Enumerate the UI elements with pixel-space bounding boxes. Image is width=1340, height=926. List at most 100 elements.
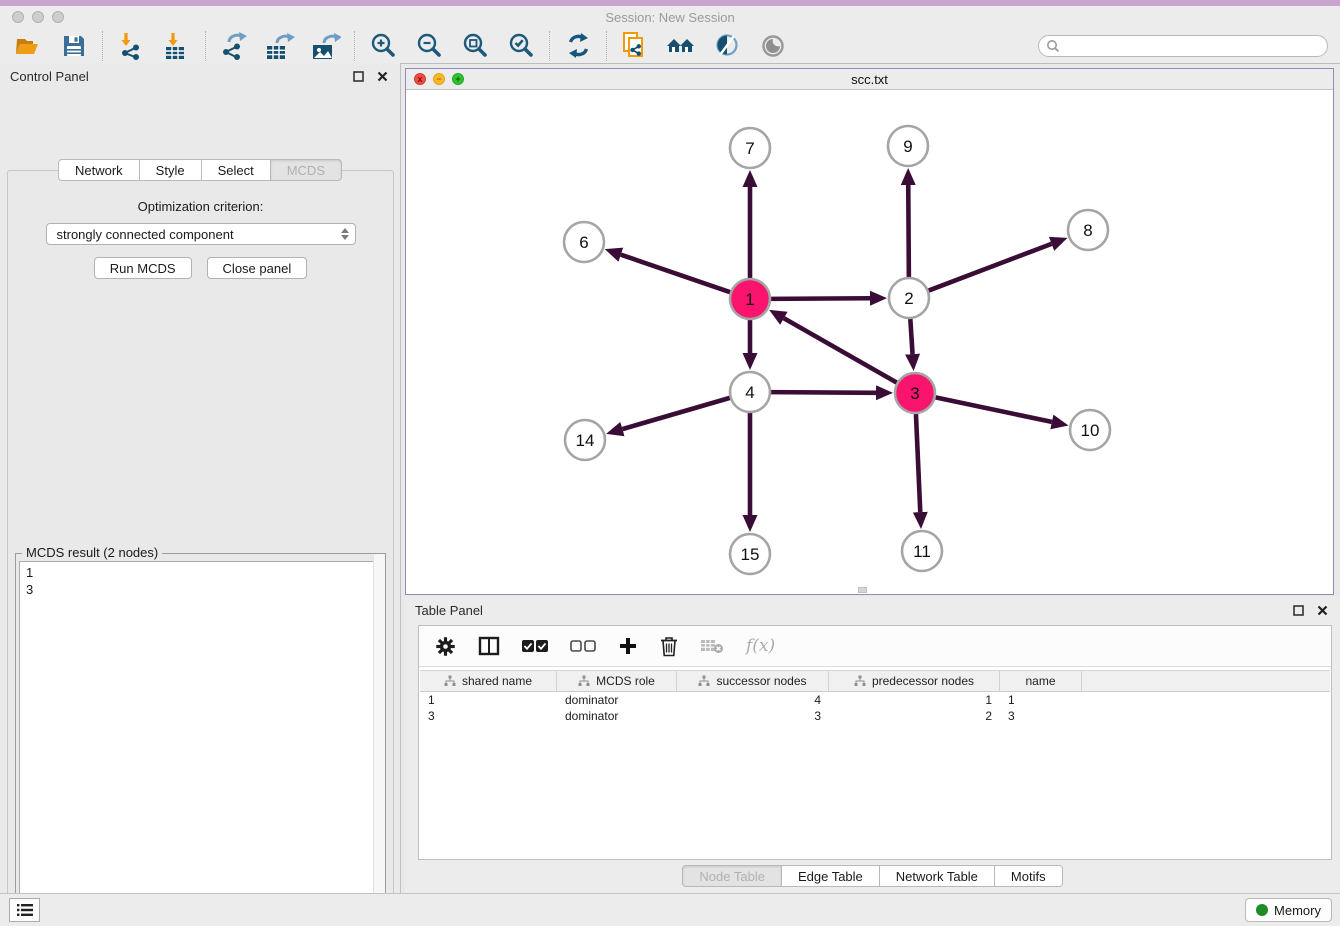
tab-motifs[interactable]: Motifs — [995, 865, 1063, 887]
column-header-predecessor-nodes[interactable]: predecessor nodes — [829, 671, 1000, 691]
cell-name[interactable]: 1 — [1000, 693, 1082, 707]
tab-style[interactable]: Style — [140, 159, 202, 181]
save-session-icon[interactable] — [59, 31, 89, 61]
select-all-rows-icon[interactable] — [522, 640, 548, 653]
edge-3-11[interactable] — [916, 414, 920, 512]
search-icon — [1046, 39, 1060, 53]
tab-network[interactable]: Network — [58, 159, 140, 181]
table-panel-title: Table Panel — [415, 603, 483, 618]
export-table-icon[interactable] — [265, 31, 295, 61]
table-mode-gear-icon[interactable] — [435, 636, 456, 657]
optimization-criterion-label: Optimization criterion: — [8, 199, 393, 214]
search-input[interactable] — [1060, 39, 1327, 53]
tab-select[interactable]: Select — [202, 159, 271, 181]
create-column-icon[interactable] — [618, 636, 638, 656]
network-canvas[interactable]: 1234678910111415 — [406, 90, 1333, 594]
network-column-icon — [854, 675, 866, 687]
home-view-icon[interactable] — [666, 31, 696, 61]
network-graph[interactable]: 1234678910111415 — [406, 90, 1333, 594]
node-table: shared name MCDS role successor nodes pr… — [420, 670, 1330, 724]
run-mcds-button[interactable]: Run MCDS — [94, 257, 192, 279]
show-column-pane-icon[interactable] — [478, 636, 500, 656]
memory-button[interactable]: Memory — [1245, 898, 1332, 922]
network-window-titlebar[interactable]: x − + scc.txt — [406, 69, 1333, 90]
mcds-result-text[interactable]: 1 3 — [19, 561, 382, 926]
delete-columns-icon[interactable] — [660, 636, 678, 657]
edge-1-6[interactable] — [621, 255, 730, 293]
delete-table-icon[interactable] — [700, 638, 724, 654]
edge-3-1[interactable] — [784, 318, 897, 382]
column-header-mcds-role[interactable]: MCDS role — [557, 671, 677, 691]
titlebar: Session: New Session — [0, 6, 1340, 28]
memory-status-icon — [1256, 904, 1268, 916]
node-label-7: 7 — [745, 139, 754, 158]
control-panel: Control Panel Network Style Select MCDS … — [0, 63, 401, 893]
edge-2-9[interactable] — [908, 185, 909, 277]
mcds-panel: Optimization criterion: strongly connect… — [7, 170, 394, 926]
table-row[interactable]: 1 dominator 4 1 1 — [420, 692, 1330, 708]
mcds-result-scrollbar[interactable] — [373, 554, 385, 926]
task-history-button[interactable] — [9, 898, 40, 922]
refresh-icon[interactable] — [563, 31, 593, 61]
show-graphics-details-icon[interactable] — [758, 31, 788, 61]
cell-mcds-role[interactable]: dominator — [557, 709, 677, 723]
column-header-successor-nodes[interactable]: successor nodes — [677, 671, 829, 691]
zoom-fit-icon[interactable] — [460, 31, 490, 61]
cell-name[interactable]: 3 — [1000, 709, 1082, 723]
zoom-out-icon[interactable] — [414, 31, 444, 61]
close-panel-icon[interactable] — [374, 68, 390, 84]
cell-shared-name[interactable]: 1 — [420, 693, 557, 707]
export-network-icon[interactable] — [219, 31, 249, 61]
apply-function-icon[interactable]: f(x) — [746, 636, 775, 656]
new-network-from-selection-icon[interactable] — [620, 31, 650, 61]
criterion-value: strongly connected component — [57, 227, 341, 242]
column-header-shared-name[interactable]: shared name — [420, 671, 557, 691]
close-panel-button[interactable]: Close panel — [207, 257, 308, 279]
edge-1-2[interactable] — [771, 298, 870, 299]
tab-edge-table[interactable]: Edge Table — [782, 865, 880, 887]
tab-mcds[interactable]: MCDS — [271, 159, 342, 181]
network-column-icon — [698, 675, 710, 687]
node-table-header: shared name MCDS role successor nodes pr… — [420, 670, 1330, 692]
node-label-11: 11 — [913, 542, 931, 561]
node-label-10: 10 — [1081, 421, 1100, 440]
search-box[interactable] — [1038, 35, 1328, 57]
import-table-icon[interactable] — [162, 31, 192, 61]
control-panel-tabs: Network Style Select MCDS — [0, 159, 400, 181]
edge-4-3[interactable] — [771, 392, 876, 393]
table-panel: Table Panel — [405, 597, 1340, 893]
column-header-name[interactable]: name — [1000, 671, 1082, 691]
deselect-all-rows-icon[interactable] — [570, 640, 596, 653]
criterion-select[interactable]: strongly connected component — [46, 223, 356, 245]
cell-mcds-role[interactable]: dominator — [557, 693, 677, 707]
cell-predecessor-nodes[interactable]: 1 — [829, 693, 1000, 707]
tab-network-table[interactable]: Network Table — [880, 865, 995, 887]
node-label-4: 4 — [745, 383, 754, 402]
node-label-14: 14 — [576, 431, 595, 450]
zoom-in-icon[interactable] — [368, 31, 398, 61]
cell-successor-nodes[interactable]: 4 — [677, 693, 829, 707]
node-label-6: 6 — [579, 233, 588, 252]
import-network-icon[interactable] — [116, 31, 146, 61]
hide-unhide-icon[interactable] — [712, 31, 742, 61]
list-icon — [17, 903, 33, 917]
select-stepper-icon — [341, 228, 349, 240]
float-panel-icon[interactable] — [350, 68, 366, 84]
tab-node-table[interactable]: Node Table — [682, 865, 782, 887]
canvas-scroll-thumb[interactable] — [858, 587, 867, 593]
edge-3-10[interactable] — [936, 397, 1052, 422]
table-toolbar: f(x) — [419, 626, 1331, 667]
zoom-selected-icon[interactable] — [506, 31, 536, 61]
export-image-icon[interactable] — [311, 31, 341, 61]
cell-predecessor-nodes[interactable]: 2 — [829, 709, 1000, 723]
close-table-panel-icon[interactable] — [1314, 602, 1330, 618]
float-table-panel-icon[interactable] — [1290, 602, 1306, 618]
network-window-title: scc.txt — [406, 72, 1333, 87]
edge-2-3[interactable] — [910, 319, 912, 354]
edge-4-14[interactable] — [622, 398, 729, 429]
table-row[interactable]: 3 dominator 3 2 3 — [420, 708, 1330, 724]
open-session-icon[interactable] — [13, 31, 43, 61]
edge-2-8[interactable] — [929, 244, 1052, 291]
cell-successor-nodes[interactable]: 3 — [677, 709, 829, 723]
cell-shared-name[interactable]: 3 — [420, 709, 557, 723]
